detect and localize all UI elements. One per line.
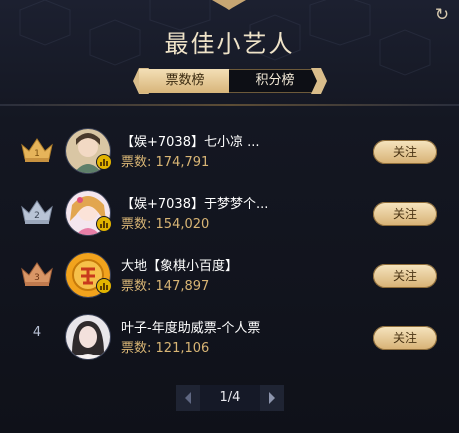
vote-count: 票数: 174,791 xyxy=(121,155,210,170)
prev-page-button[interactable] xyxy=(176,385,200,411)
vote-count: 票数: 154,020 xyxy=(121,217,210,232)
level-badge-icon xyxy=(97,217,111,231)
tab-right-ornament xyxy=(311,68,327,94)
artist-name[interactable]: 大地【象棋小百度】 xyxy=(121,255,341,274)
list-item: 3 大地【象棋小百度】 票数: 147,897 关注 xyxy=(0,245,459,307)
rank-number: 4 xyxy=(32,325,42,340)
level-badge-icon xyxy=(97,279,111,293)
top-ornament xyxy=(212,0,246,10)
next-page-button[interactable] xyxy=(260,385,284,411)
chevron-right-icon xyxy=(269,392,275,404)
rank-number: 1 xyxy=(34,149,40,159)
page-title: 最佳小艺人 xyxy=(164,30,295,58)
level-badge-icon xyxy=(97,155,111,169)
follow-button[interactable]: 关注 xyxy=(373,202,437,226)
tab-votes[interactable]: 票数榜 xyxy=(139,69,231,93)
rank-number: 3 xyxy=(34,273,40,283)
follow-button[interactable]: 关注 xyxy=(373,326,437,350)
artist-name[interactable]: 叶子-年度助威票-个人票 xyxy=(121,317,341,336)
avatar[interactable] xyxy=(66,315,110,359)
refresh-icon[interactable]: ↻ xyxy=(433,6,451,24)
crown-gold-icon: 1 xyxy=(21,138,53,162)
crown-bronze-icon: 3 xyxy=(21,262,53,286)
header-divider xyxy=(0,104,459,106)
list-item: 2 【娱+7038】于梦梦个... 票数: 154,020 关注 xyxy=(0,183,459,245)
ranking-panel: 最佳小艺人 ↻ 票数榜 积分榜 1 【娱+7038】七小凉 ... 票数: 17… xyxy=(0,0,459,433)
rank-number: 2 xyxy=(34,211,40,221)
page-indicator: 1/4 xyxy=(200,385,260,411)
artist-name[interactable]: 【娱+7038】于梦梦个... xyxy=(121,193,341,212)
tab-bar: 票数榜 积分榜 xyxy=(133,68,327,94)
crown-silver-icon: 2 xyxy=(21,200,53,224)
vote-count: 票数: 121,106 xyxy=(121,341,210,356)
follow-button[interactable]: 关注 xyxy=(373,264,437,288)
list-item: 1 【娱+7038】七小凉 ... 票数: 174,791 关注 xyxy=(0,121,459,183)
vote-count: 票数: 147,897 xyxy=(121,279,210,294)
follow-button[interactable]: 关注 xyxy=(373,140,437,164)
list-item: 4 叶子-年度助威票-个人票 票数: 121,106 关注 xyxy=(0,307,459,369)
pagination: 1/4 xyxy=(176,385,284,411)
tab-points[interactable]: 积分榜 xyxy=(229,69,321,93)
artist-name[interactable]: 【娱+7038】七小凉 ... xyxy=(121,131,341,150)
chevron-left-icon xyxy=(185,392,191,404)
